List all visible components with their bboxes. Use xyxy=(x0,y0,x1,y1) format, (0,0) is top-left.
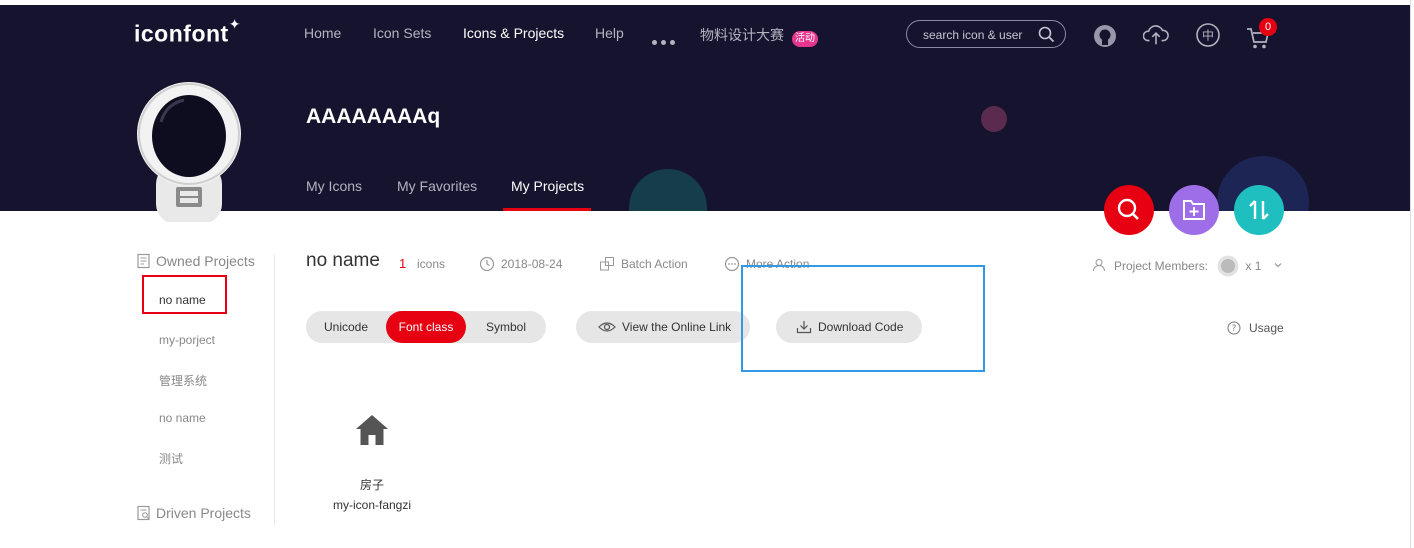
nav-icon-sets[interactable]: Icon Sets xyxy=(373,25,431,41)
owned-projects-heading: Owned Projects xyxy=(136,253,255,269)
eye-icon xyxy=(598,322,616,332)
view-online-link-button[interactable]: View the Online Link xyxy=(576,311,750,343)
format-unicode-tab[interactable]: Unicode xyxy=(306,311,386,343)
more-circle-icon xyxy=(724,256,740,272)
member-avatar[interactable] xyxy=(1217,255,1239,277)
search-icon xyxy=(1117,198,1139,220)
sidebar-divider xyxy=(274,255,275,525)
help-circle-icon: ? xyxy=(1227,321,1241,335)
icon-name: 房子 xyxy=(359,478,384,492)
tab-my-favorites[interactable]: My Favorites xyxy=(397,178,477,194)
sidebar-item-project[interactable]: no name xyxy=(159,411,206,425)
more-dots-icon[interactable] xyxy=(652,32,682,45)
sidebar-item-project[interactable]: 管理系统 xyxy=(159,372,207,389)
download-code-button[interactable]: Download Code xyxy=(776,311,922,343)
nav-icons-projects[interactable]: Icons & Projects xyxy=(463,25,564,41)
usage-help-link[interactable]: ? Usage xyxy=(1227,321,1284,335)
members-icon xyxy=(1093,259,1105,272)
search-input[interactable] xyxy=(921,26,1036,44)
fab-sort-button[interactable] xyxy=(1234,185,1284,235)
fab-new-folder-button[interactable] xyxy=(1169,185,1219,235)
cart-count-badge: 0 xyxy=(1259,18,1277,36)
chevron-down-icon[interactable] xyxy=(1273,260,1283,270)
language-zh-icon[interactable]: 中 xyxy=(1195,22,1221,48)
project-title: no name xyxy=(306,250,380,271)
format-switcher: Unicode Font class Symbol xyxy=(306,311,546,343)
event-badge: 活动 xyxy=(792,31,818,47)
user-avatar[interactable] xyxy=(136,82,242,222)
driven-projects-heading[interactable]: Driven Projects xyxy=(136,505,251,521)
batch-action-button[interactable]: Batch Action xyxy=(599,256,688,272)
profile-username: AAAAAAAAq xyxy=(306,105,441,128)
fab-search-button[interactable] xyxy=(1104,185,1154,235)
format-symbol-tab[interactable]: Symbol xyxy=(466,311,546,343)
decorative-circle xyxy=(629,169,707,211)
upload-cloud-icon[interactable] xyxy=(1143,22,1169,48)
driven-project-icon xyxy=(137,505,150,521)
icon-card[interactable]: 房子 my-icon-fangzi xyxy=(322,405,422,515)
sidebar-item-project[interactable]: no name xyxy=(159,293,206,307)
icon-class-name: my-icon-fangzi xyxy=(332,498,412,512)
format-font-class-tab[interactable]: Font class xyxy=(386,311,466,343)
svg-text:中: 中 xyxy=(1202,28,1214,43)
sidebar-item-project[interactable]: my-porject xyxy=(159,333,215,347)
sort-arrows-icon xyxy=(1249,200,1269,220)
tab-my-projects[interactable]: My Projects xyxy=(511,178,584,194)
clock-icon xyxy=(479,256,495,272)
add-folder-icon xyxy=(1183,200,1205,220)
search-icon[interactable] xyxy=(1038,26,1055,43)
project-list-icon xyxy=(137,253,150,269)
sidebar-item-project[interactable]: 测试 xyxy=(159,450,183,467)
nav-help[interactable]: Help xyxy=(595,25,624,41)
active-tab-indicator xyxy=(503,208,591,211)
download-icon xyxy=(796,321,812,334)
batch-grid-icon xyxy=(600,257,614,271)
nav-home[interactable]: Home xyxy=(304,25,341,41)
decorative-circle xyxy=(981,106,1007,132)
page-right-edge xyxy=(1410,0,1414,548)
github-icon[interactable] xyxy=(1092,23,1118,49)
house-icon[interactable] xyxy=(352,410,392,450)
page-top-margin xyxy=(0,0,1414,5)
search-box[interactable] xyxy=(906,20,1066,48)
project-members[interactable]: Project Members: x 1 xyxy=(1092,255,1283,277)
iconfont-logo[interactable]: iconfont✦ xyxy=(134,16,241,48)
svg-text:?: ? xyxy=(1232,324,1237,334)
icon-count: 1 xyxy=(399,256,407,271)
icon-count-unit: icons xyxy=(417,257,446,271)
nav-contest[interactable]: 物料设计大赛 xyxy=(700,25,784,45)
tab-my-icons[interactable]: My Icons xyxy=(306,178,362,194)
project-date: 2018-08-24 xyxy=(479,256,562,272)
